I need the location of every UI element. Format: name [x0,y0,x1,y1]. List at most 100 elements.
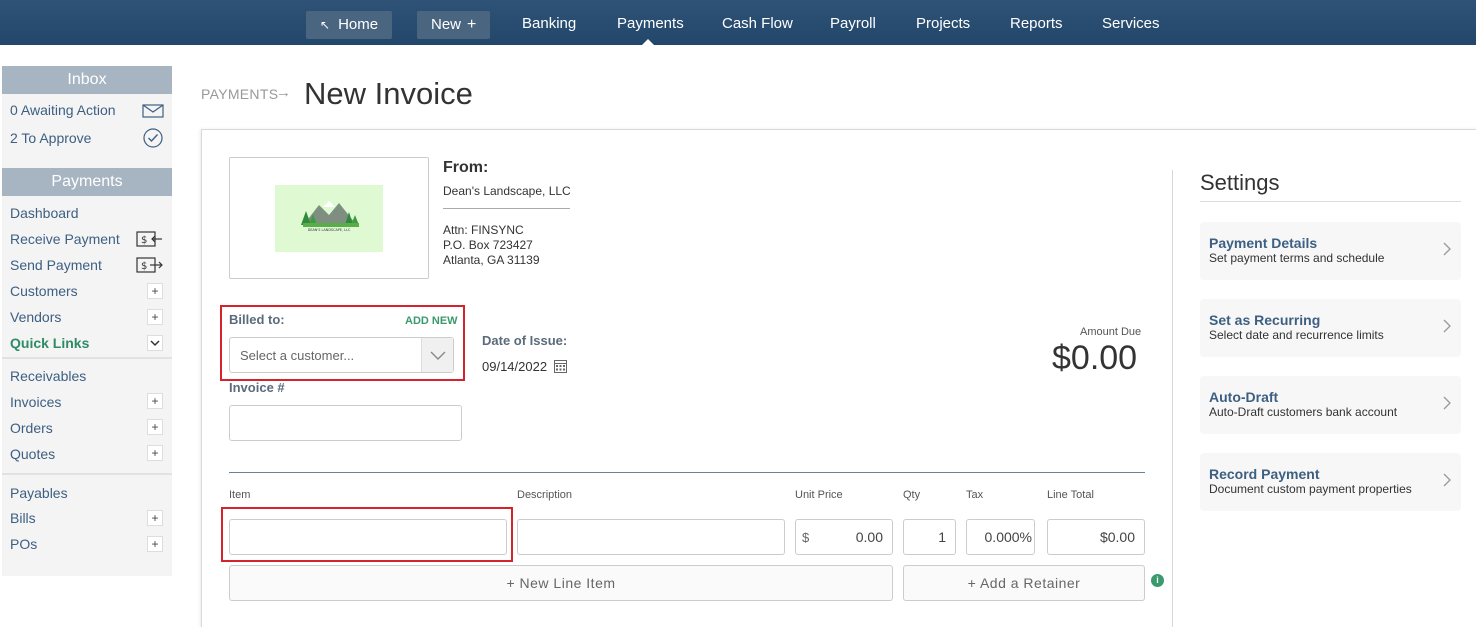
nav-home-button[interactable]: ↖ Home [306,11,393,39]
info-icon[interactable]: i [1151,574,1164,587]
sidebar-item-send-payment[interactable]: Send Payment [10,257,102,273]
add-vendor-button[interactable]: + [147,309,163,325]
settings-title-underline [1200,201,1461,202]
amount-due-value: $0.00 [1052,339,1138,377]
description-input[interactable] [517,519,785,555]
nav-services[interactable]: Services [1102,0,1160,45]
column-header-unit-price: Unit Price [795,489,843,501]
sidebar-item-pos[interactable]: POs [10,536,37,552]
nav-cash-flow[interactable]: Cash Flow [722,0,793,45]
new-line-item-button[interactable]: + New Line Item [229,565,893,601]
settings-card-subtitle: Set payment terms and schedule [1209,251,1385,265]
sidebar: Inbox 0 Awaiting Action 2 To Approve Pay… [2,66,172,576]
line-total-field: $0.00 [1047,519,1145,555]
from-label: From: [443,159,489,176]
unit-price-value: 0.00 [855,529,883,545]
column-header-qty: Qty [903,489,921,501]
settings-card-subtitle: Auto-Draft customers bank account [1209,405,1398,419]
column-header-tax: Tax [966,489,984,501]
sidebar-item-orders[interactable]: Orders [10,420,53,436]
svg-text:$: $ [141,261,147,272]
settings-card-record-payment[interactable]: Record Payment Document custom payment p… [1200,453,1461,511]
tax-input[interactable]: 0.000% [966,519,1035,555]
sidebar-inbox-header: Inbox [2,66,172,94]
invoice-number-label: Invoice # [229,380,285,395]
svg-text:DEAN'S LANDSCAPE, LLC: DEAN'S LANDSCAPE, LLC [308,228,351,232]
sidebar-payments-header: Payments [2,168,172,196]
line-items-divider [229,472,1145,473]
chevron-right-icon [1443,242,1451,256]
invoice-number-input[interactable] [229,405,462,441]
company-logo: DEAN'S LANDSCAPE, LLC [275,185,383,252]
sidebar-payables-header[interactable]: Payables [10,485,68,501]
settings-card-auto-draft[interactable]: Auto-Draft Auto-Draft customers bank acc… [1200,376,1461,434]
sidebar-item-invoices[interactable]: Invoices [10,394,61,410]
sidebar-item-quick-links[interactable]: Quick Links [10,335,89,351]
calendar-icon[interactable] [554,359,567,373]
from-divider [443,208,570,209]
breadcrumb-arrow-icon: → [276,84,291,101]
column-header-line-total: Line Total [1047,489,1094,501]
envelope-icon [142,104,164,118]
from-address-line: Atlanta, GA 31139 [443,253,540,267]
highlight-billed-to [220,305,465,381]
chevron-right-icon [1443,396,1451,410]
amount-due-label: Amount Due [1080,326,1142,338]
column-header-description: Description [517,489,573,501]
add-retainer-button[interactable]: + Add a Retainer [903,565,1145,601]
settings-card-payment-details[interactable]: Payment Details Set payment terms and sc… [1200,222,1461,280]
add-order-button[interactable]: + [147,419,163,435]
settings-card-subtitle: Select date and recurrence limits [1209,328,1384,342]
sidebar-divider [2,473,172,475]
add-po-button[interactable]: + [147,536,163,552]
receive-money-icon: $ [136,231,162,247]
from-address-line: Attn: FINSYNC [443,223,524,237]
settings-card-title: Set as Recurring [1209,312,1321,328]
line-total-value: $0.00 [1099,529,1135,545]
date-of-issue-value[interactable]: 09/14/2022 [482,359,547,374]
nav-new-button[interactable]: New + [417,11,491,39]
chevron-right-icon [1443,473,1451,487]
chevron-right-icon [1443,319,1451,333]
sidebar-item-vendors[interactable]: Vendors [10,309,61,325]
sidebar-item-customers[interactable]: Customers [10,283,78,299]
plus-icon: + [467,16,477,33]
highlight-item [221,507,513,562]
settings-divider [1172,170,1173,627]
qty-value: 1 [938,529,946,545]
settings-card-set-as-recurring[interactable]: Set as Recurring Select date and recurre… [1200,299,1461,357]
sidebar-item-awaiting-action[interactable]: 0 Awaiting Action [10,102,116,118]
quick-links-toggle-button[interactable] [147,335,163,351]
tax-value: 0.000% [984,529,1032,545]
sidebar-receivables-header[interactable]: Receivables [10,368,86,384]
from-company-name: Dean's Landscape, LLC [443,184,571,198]
from-address-line: P.O. Box 723427 [443,238,533,252]
settings-card-subtitle: Document custom payment properties [1209,482,1412,496]
add-invoice-button[interactable]: + [147,393,163,409]
nav-payroll[interactable]: Payroll [830,0,876,45]
settings-card-title: Record Payment [1209,466,1320,482]
add-quote-button[interactable]: + [147,445,163,461]
qty-input[interactable]: 1 [903,519,956,555]
currency-symbol: $ [802,530,810,545]
page-title: New Invoice [304,76,473,111]
nav-projects[interactable]: Projects [916,0,970,45]
sidebar-item-to-approve[interactable]: 2 To Approve [10,130,91,146]
breadcrumb-payments[interactable]: PAYMENTS [201,86,278,102]
settings-title: Settings [1200,170,1280,195]
settings-card-title: Auto-Draft [1209,389,1279,405]
add-bill-button[interactable]: + [147,510,163,526]
nav-banking[interactable]: Banking [522,0,576,45]
svg-text:$: $ [141,235,147,246]
send-money-icon: $ [136,257,163,273]
sidebar-item-quotes[interactable]: Quotes [10,446,55,462]
sidebar-item-receive-payment[interactable]: Receive Payment [10,231,120,247]
nav-reports[interactable]: Reports [1010,0,1063,45]
add-customer-button[interactable]: + [147,283,163,299]
sidebar-item-bills[interactable]: Bills [10,510,36,526]
date-of-issue-label: Date of Issue: [482,333,568,348]
sidebar-item-dashboard[interactable]: Dashboard [10,205,79,221]
unit-price-input[interactable]: $ 0.00 [795,519,893,555]
active-nav-caret-icon [642,39,654,45]
arrow-up-left-icon: ↖ [320,18,331,32]
